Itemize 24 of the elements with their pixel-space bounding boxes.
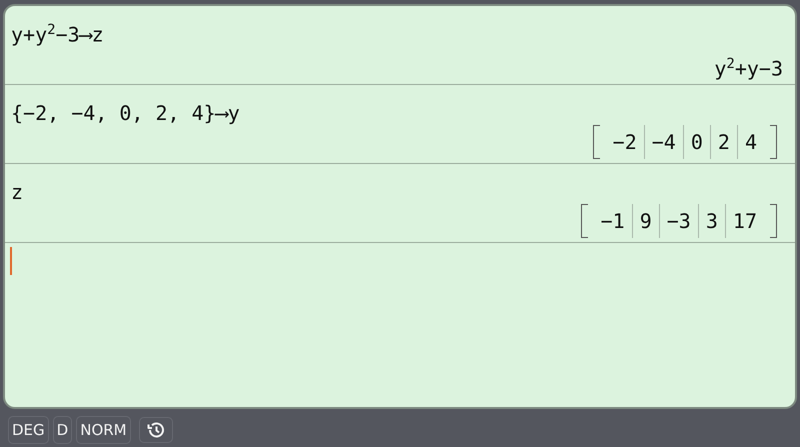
vector-element: −2 bbox=[612, 129, 638, 156]
text-cursor bbox=[10, 247, 12, 275]
vector-element: 17 bbox=[724, 204, 764, 238]
input-expression: z bbox=[11, 180, 24, 204]
vector-element: −4 bbox=[644, 125, 683, 159]
history-button[interactable] bbox=[138, 417, 173, 443]
vector-element: −1 bbox=[600, 208, 626, 235]
right-bracket-icon bbox=[770, 125, 777, 159]
vector-element: −3 bbox=[658, 204, 698, 238]
mode-button[interactable]: DEG bbox=[8, 416, 49, 444]
vector-element: 9 bbox=[632, 204, 659, 238]
vector-element: 2 bbox=[710, 125, 737, 159]
vector-element: 4 bbox=[736, 125, 764, 159]
input-expression: {−2, −4, 0, 2, 4}⟶y bbox=[11, 101, 240, 125]
result-expression: y$^{2}$+y−3 bbox=[714, 56, 783, 81]
vector-element: 0 bbox=[682, 125, 710, 159]
mode-button[interactable]: NORM bbox=[76, 416, 131, 444]
right-bracket-icon bbox=[770, 204, 777, 238]
history-icon bbox=[146, 420, 166, 440]
mode-button[interactable]: D bbox=[52, 416, 72, 444]
vector-element: 3 bbox=[698, 204, 725, 238]
input-expression: y+y$^{2}$−3⟶z bbox=[11, 22, 104, 47]
left-bracket-icon bbox=[592, 125, 600, 159]
left-bracket-icon bbox=[580, 204, 588, 238]
